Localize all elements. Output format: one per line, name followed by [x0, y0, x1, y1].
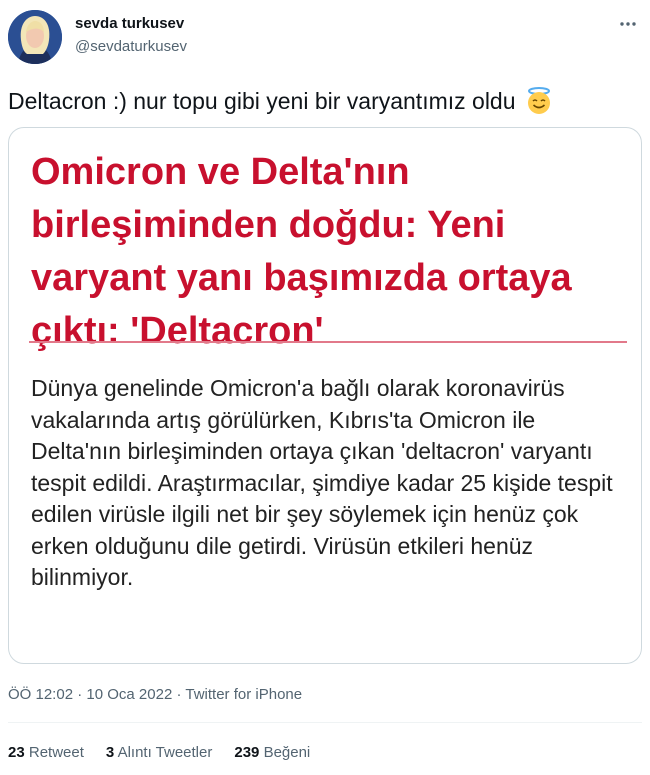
retweets-label: Retweet: [28, 744, 84, 761]
more-options-icon[interactable]: [614, 10, 642, 38]
tweet-metadata: ÖÖ 12:02 · 10 Oca 2022 · Twitter for iPh…: [8, 686, 302, 703]
smiling-face-with-halo-icon: [524, 86, 554, 116]
tweet-time[interactable]: ÖÖ 12:02: [8, 686, 73, 703]
news-headline: Omicron ve Delta'nın birleşiminden doğdu…: [31, 151, 572, 352]
likes-stat[interactable]: 239 Beğeni: [234, 744, 310, 761]
meta-separator: ·: [176, 686, 182, 703]
meta-separator: ·: [77, 686, 83, 703]
news-body: Dünya genelinde Omicron'a bağlı olarak k…: [31, 375, 613, 590]
quotes-stat[interactable]: 3 Alıntı Tweetler: [106, 744, 212, 761]
likes-label: Beğeni: [263, 744, 311, 761]
author-handle[interactable]: @sevdaturkusev: [75, 38, 187, 55]
tweet-source[interactable]: Twitter for iPhone: [185, 686, 302, 703]
tweet-stats: 23 Retweet 3 Alıntı Tweetler 239 Beğeni: [8, 744, 310, 761]
stats-divider: [8, 722, 642, 723]
tweet-text-content: Deltacron :) nur topu gibi yeni bir vary…: [8, 87, 516, 114]
tweet-text: Deltacron :) nur topu gibi yeni bir vary…: [8, 86, 554, 116]
tweet-header: sevda turkusev @sevdaturkusev: [0, 0, 650, 72]
avatar-image: [8, 10, 62, 64]
attached-image-card[interactable]: Omicron ve Delta'nın birleşiminden doğdu…: [8, 127, 642, 664]
retweets-count: 23: [8, 744, 25, 761]
headline-divider: [29, 341, 627, 343]
tweet-date[interactable]: 10 Oca 2022: [86, 686, 172, 703]
likes-count: 239: [234, 744, 260, 761]
quotes-label: Alıntı Tweetler: [117, 744, 213, 761]
quotes-count: 3: [105, 744, 115, 761]
retweets-stat[interactable]: 23 Retweet: [8, 744, 84, 761]
author-name[interactable]: sevda turkusev: [75, 15, 184, 32]
avatar[interactable]: [8, 10, 62, 64]
